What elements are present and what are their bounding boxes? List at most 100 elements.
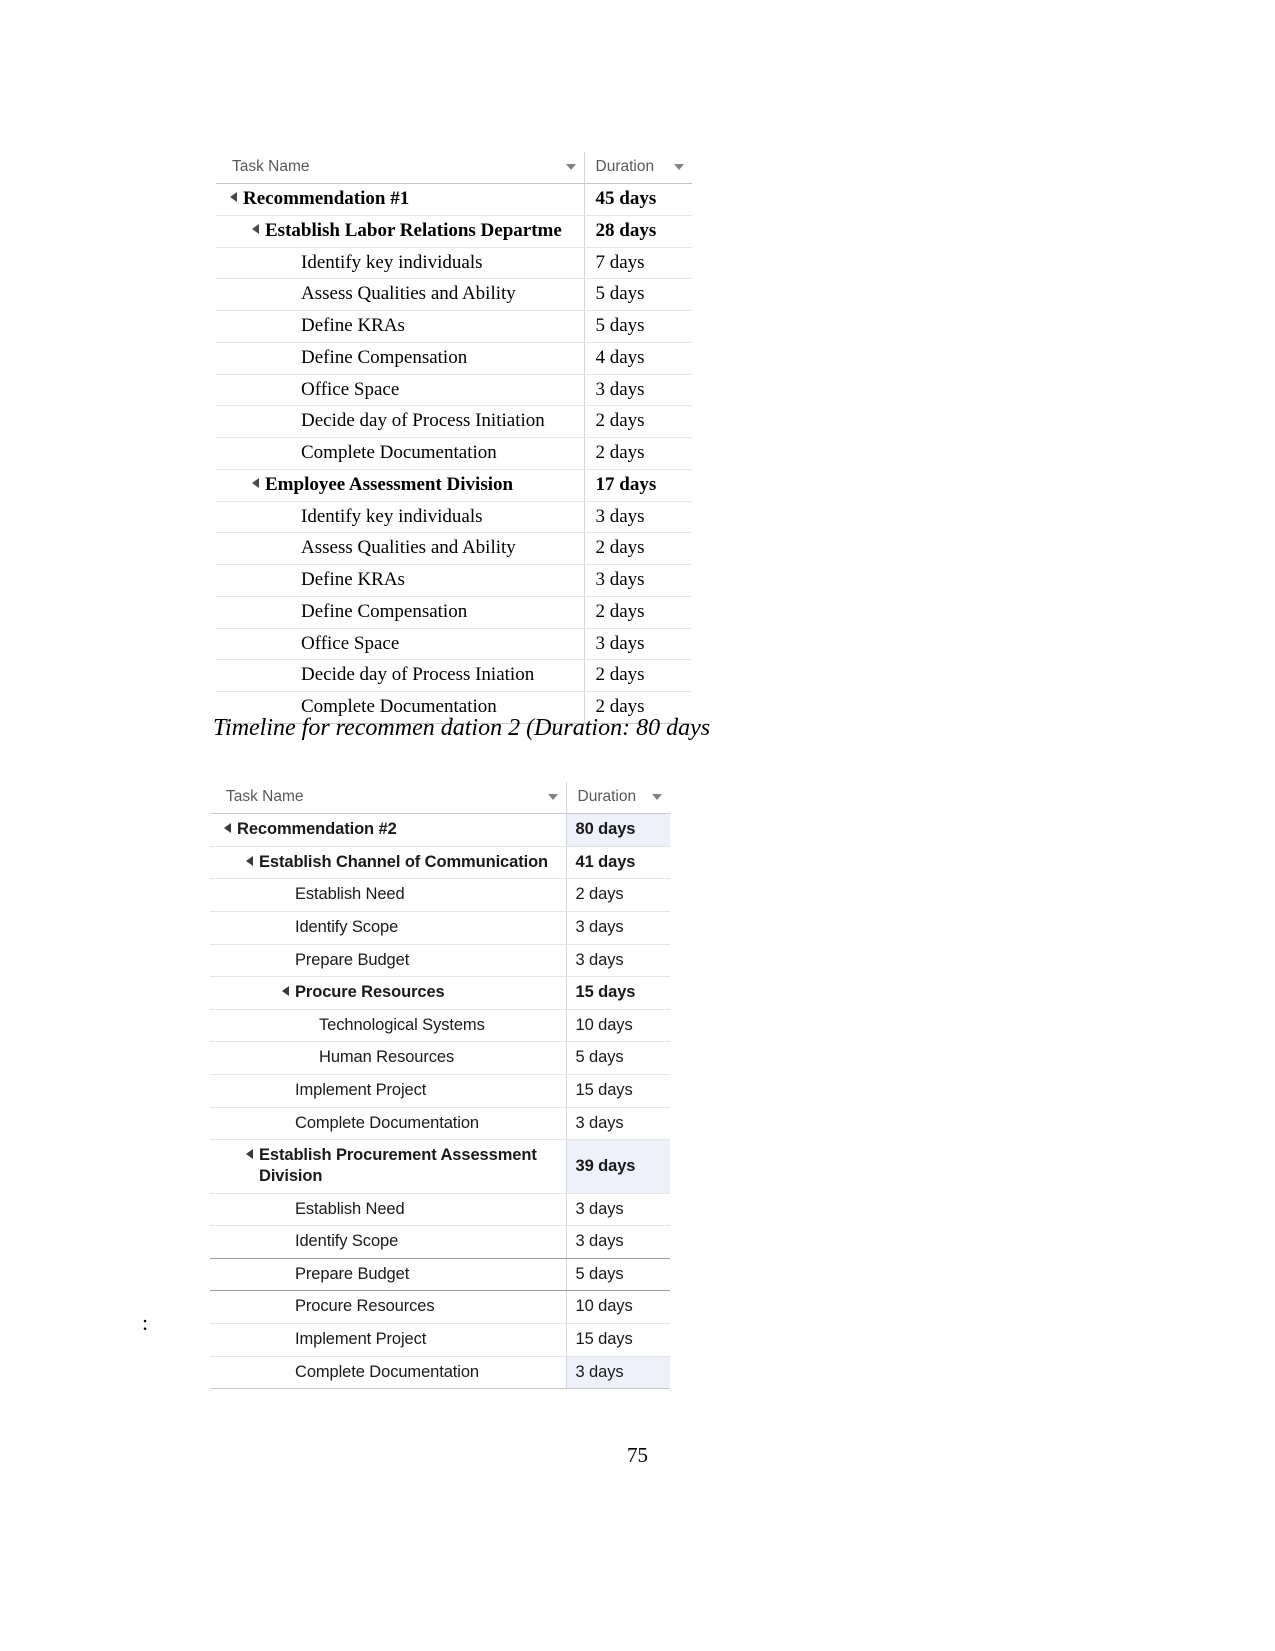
filter-dropdown-icon[interactable] bbox=[674, 164, 684, 170]
cell-duration[interactable]: 3 days bbox=[566, 1225, 670, 1259]
cell-task-name[interactable]: Complete Documentation bbox=[210, 1107, 567, 1141]
table-row[interactable]: Establish Channel of Communication 41 day… bbox=[210, 846, 670, 880]
cell-duration[interactable]: 5 days bbox=[566, 1258, 670, 1292]
filter-dropdown-icon[interactable] bbox=[547, 794, 558, 800]
cell-duration[interactable]: 2 days bbox=[584, 437, 692, 470]
cell-duration[interactable]: 5 days bbox=[584, 310, 692, 343]
table-row[interactable]: Assess Qualities and Ability 5 days bbox=[216, 278, 692, 311]
table-row[interactable]: Complete Documentation 3 days bbox=[210, 1356, 670, 1390]
table-row[interactable]: Decide day of Process Iniation 2 days bbox=[216, 659, 692, 692]
cell-task-name[interactable]: Identify key individuals bbox=[216, 501, 585, 534]
cell-task-name[interactable]: Employee Assessment Division bbox=[216, 469, 585, 502]
filter-dropdown-icon[interactable] bbox=[565, 164, 576, 170]
cell-duration[interactable]: 2 days bbox=[584, 659, 692, 692]
collapse-triangle-icon[interactable] bbox=[224, 823, 231, 833]
cell-task-name[interactable]: Recommendation #2 bbox=[210, 813, 567, 847]
cell-duration[interactable]: 45 days bbox=[584, 183, 692, 216]
table-row[interactable]: Recommendation #1 45 days bbox=[216, 183, 692, 216]
cell-task-name[interactable]: Identify key individuals bbox=[216, 247, 585, 280]
table-row[interactable]: Define KRAs 3 days bbox=[216, 564, 692, 597]
column-header-task-name[interactable]: Task Name bbox=[210, 782, 567, 814]
cell-duration[interactable]: 3 days bbox=[566, 944, 670, 978]
cell-task-name[interactable]: Establish Channel of Communication bbox=[210, 846, 567, 880]
table-row[interactable]: Establish Labor Relations Departme 28 day… bbox=[216, 215, 692, 248]
table-row[interactable]: Identify key individuals 3 days bbox=[216, 501, 692, 534]
cell-task-name[interactable]: Decide day of Process Iniation bbox=[216, 659, 585, 692]
cell-task-name[interactable]: Establish Need bbox=[210, 878, 567, 912]
cell-task-name[interactable]: Establish Labor Relations Departme bbox=[216, 215, 585, 248]
table-row[interactable]: Office Space 3 days bbox=[216, 628, 692, 661]
table-row[interactable]: Prepare Budget 5 days bbox=[210, 1258, 670, 1292]
cell-task-name[interactable]: Identify Scope bbox=[210, 911, 567, 945]
cell-task-name[interactable]: Decide day of Process Initiation bbox=[216, 405, 585, 438]
table-row[interactable]: Implement Project 15 days bbox=[210, 1323, 670, 1357]
table-row[interactable]: Establish Need 3 days bbox=[210, 1193, 670, 1227]
collapse-triangle-icon[interactable] bbox=[252, 223, 259, 234]
table-row[interactable]: Decide day of Process Initiation 2 days bbox=[216, 405, 692, 438]
collapse-triangle-icon[interactable] bbox=[246, 1149, 253, 1160]
cell-task-name[interactable]: Procure Resources bbox=[210, 976, 567, 1010]
cell-duration[interactable]: 2 days bbox=[584, 532, 692, 565]
table-row[interactable]: Establish Need 2 days bbox=[210, 878, 670, 912]
table-row[interactable]: Prepare Budget 3 days bbox=[210, 944, 670, 978]
table-row[interactable]: Office Space 3 days bbox=[216, 374, 692, 407]
cell-duration[interactable]: 3 days bbox=[566, 1193, 670, 1227]
cell-task-name[interactable]: Prepare Budget bbox=[210, 944, 567, 978]
cell-task-name[interactable]: Prepare Budget bbox=[210, 1258, 567, 1292]
cell-duration[interactable]: 5 days bbox=[566, 1041, 670, 1075]
cell-duration[interactable]: 3 days bbox=[584, 628, 692, 661]
table-row[interactable]: Assess Qualities and Ability 2 days bbox=[216, 532, 692, 565]
cell-duration[interactable]: 3 days bbox=[566, 1356, 670, 1390]
cell-task-name[interactable]: Human Resources bbox=[210, 1041, 567, 1075]
cell-duration[interactable]: 15 days bbox=[566, 1074, 670, 1108]
table-row[interactable]: Recommendation #2 80 days bbox=[210, 813, 670, 847]
cell-duration[interactable]: 2 days bbox=[566, 878, 670, 912]
table-row[interactable]: Define Compensation 2 days bbox=[216, 596, 692, 629]
cell-task-name[interactable]: Office Space bbox=[216, 374, 585, 407]
table-row[interactable]: Identify Scope 3 days bbox=[210, 1225, 670, 1259]
table-row[interactable]: Establish Procurement Assessment Divisio… bbox=[210, 1139, 670, 1194]
cell-duration[interactable]: 3 days bbox=[584, 374, 692, 407]
collapse-triangle-icon[interactable] bbox=[246, 855, 253, 866]
table-row[interactable]: Procure Resources 10 days bbox=[210, 1290, 670, 1324]
table-row[interactable]: Complete Documentation 3 days bbox=[210, 1107, 670, 1141]
table-row[interactable]: Implement Project 15 days bbox=[210, 1074, 670, 1108]
cell-duration[interactable]: 4 days bbox=[584, 342, 692, 375]
cell-duration[interactable]: 5 days bbox=[584, 278, 692, 311]
cell-duration[interactable]: 28 days bbox=[584, 215, 692, 248]
table-row[interactable]: Define Compensation 4 days bbox=[216, 342, 692, 375]
cell-duration[interactable]: 39 days bbox=[566, 1139, 670, 1194]
table-row[interactable]: Identify key individuals 7 days bbox=[216, 247, 692, 280]
table-row[interactable]: Identify Scope 3 days bbox=[210, 911, 670, 945]
cell-task-name[interactable]: Complete Documentation bbox=[210, 1356, 567, 1390]
cell-task-name[interactable]: Technological Systems bbox=[210, 1009, 567, 1043]
cell-duration[interactable]: 2 days bbox=[584, 405, 692, 438]
cell-task-name[interactable]: Office Space bbox=[216, 628, 585, 661]
cell-task-name[interactable]: Define Compensation bbox=[216, 596, 585, 629]
table-row[interactable]: Procure Resources 15 days bbox=[210, 976, 670, 1010]
cell-task-name[interactable]: Complete Documentation bbox=[216, 437, 585, 470]
cell-duration[interactable]: 3 days bbox=[584, 501, 692, 534]
cell-task-name[interactable]: Identify Scope bbox=[210, 1225, 567, 1259]
column-header-duration[interactable]: Duration bbox=[566, 782, 670, 814]
cell-task-name[interactable]: Assess Qualities and Ability bbox=[216, 278, 585, 311]
cell-duration[interactable]: 15 days bbox=[566, 1323, 670, 1357]
column-header-task-name[interactable]: Task Name bbox=[216, 152, 585, 184]
cell-task-name[interactable]: Implement Project bbox=[210, 1074, 567, 1108]
column-header-duration[interactable]: Duration bbox=[584, 152, 692, 184]
table-row[interactable]: Technological Systems 10 days bbox=[210, 1009, 670, 1043]
table-row[interactable]: Complete Documentation 2 days bbox=[216, 437, 692, 470]
cell-duration[interactable]: 80 days bbox=[566, 813, 670, 847]
cell-duration[interactable]: 41 days bbox=[566, 846, 670, 880]
cell-duration[interactable]: 17 days bbox=[584, 469, 692, 502]
cell-task-name[interactable]: Implement Project bbox=[210, 1323, 567, 1357]
cell-duration[interactable]: 3 days bbox=[566, 1107, 670, 1141]
cell-task-name[interactable]: Establish Need bbox=[210, 1193, 567, 1227]
table-row[interactable]: Employee Assessment Division 17 days bbox=[216, 469, 692, 502]
cell-task-name[interactable]: Define Compensation bbox=[216, 342, 585, 375]
table-row[interactable]: Define KRAs 5 days bbox=[216, 310, 692, 343]
cell-duration[interactable]: 10 days bbox=[566, 1290, 670, 1324]
cell-duration[interactable]: 2 days bbox=[584, 596, 692, 629]
cell-task-name[interactable]: Assess Qualities and Ability bbox=[216, 532, 585, 565]
collapse-triangle-icon[interactable] bbox=[252, 477, 259, 488]
